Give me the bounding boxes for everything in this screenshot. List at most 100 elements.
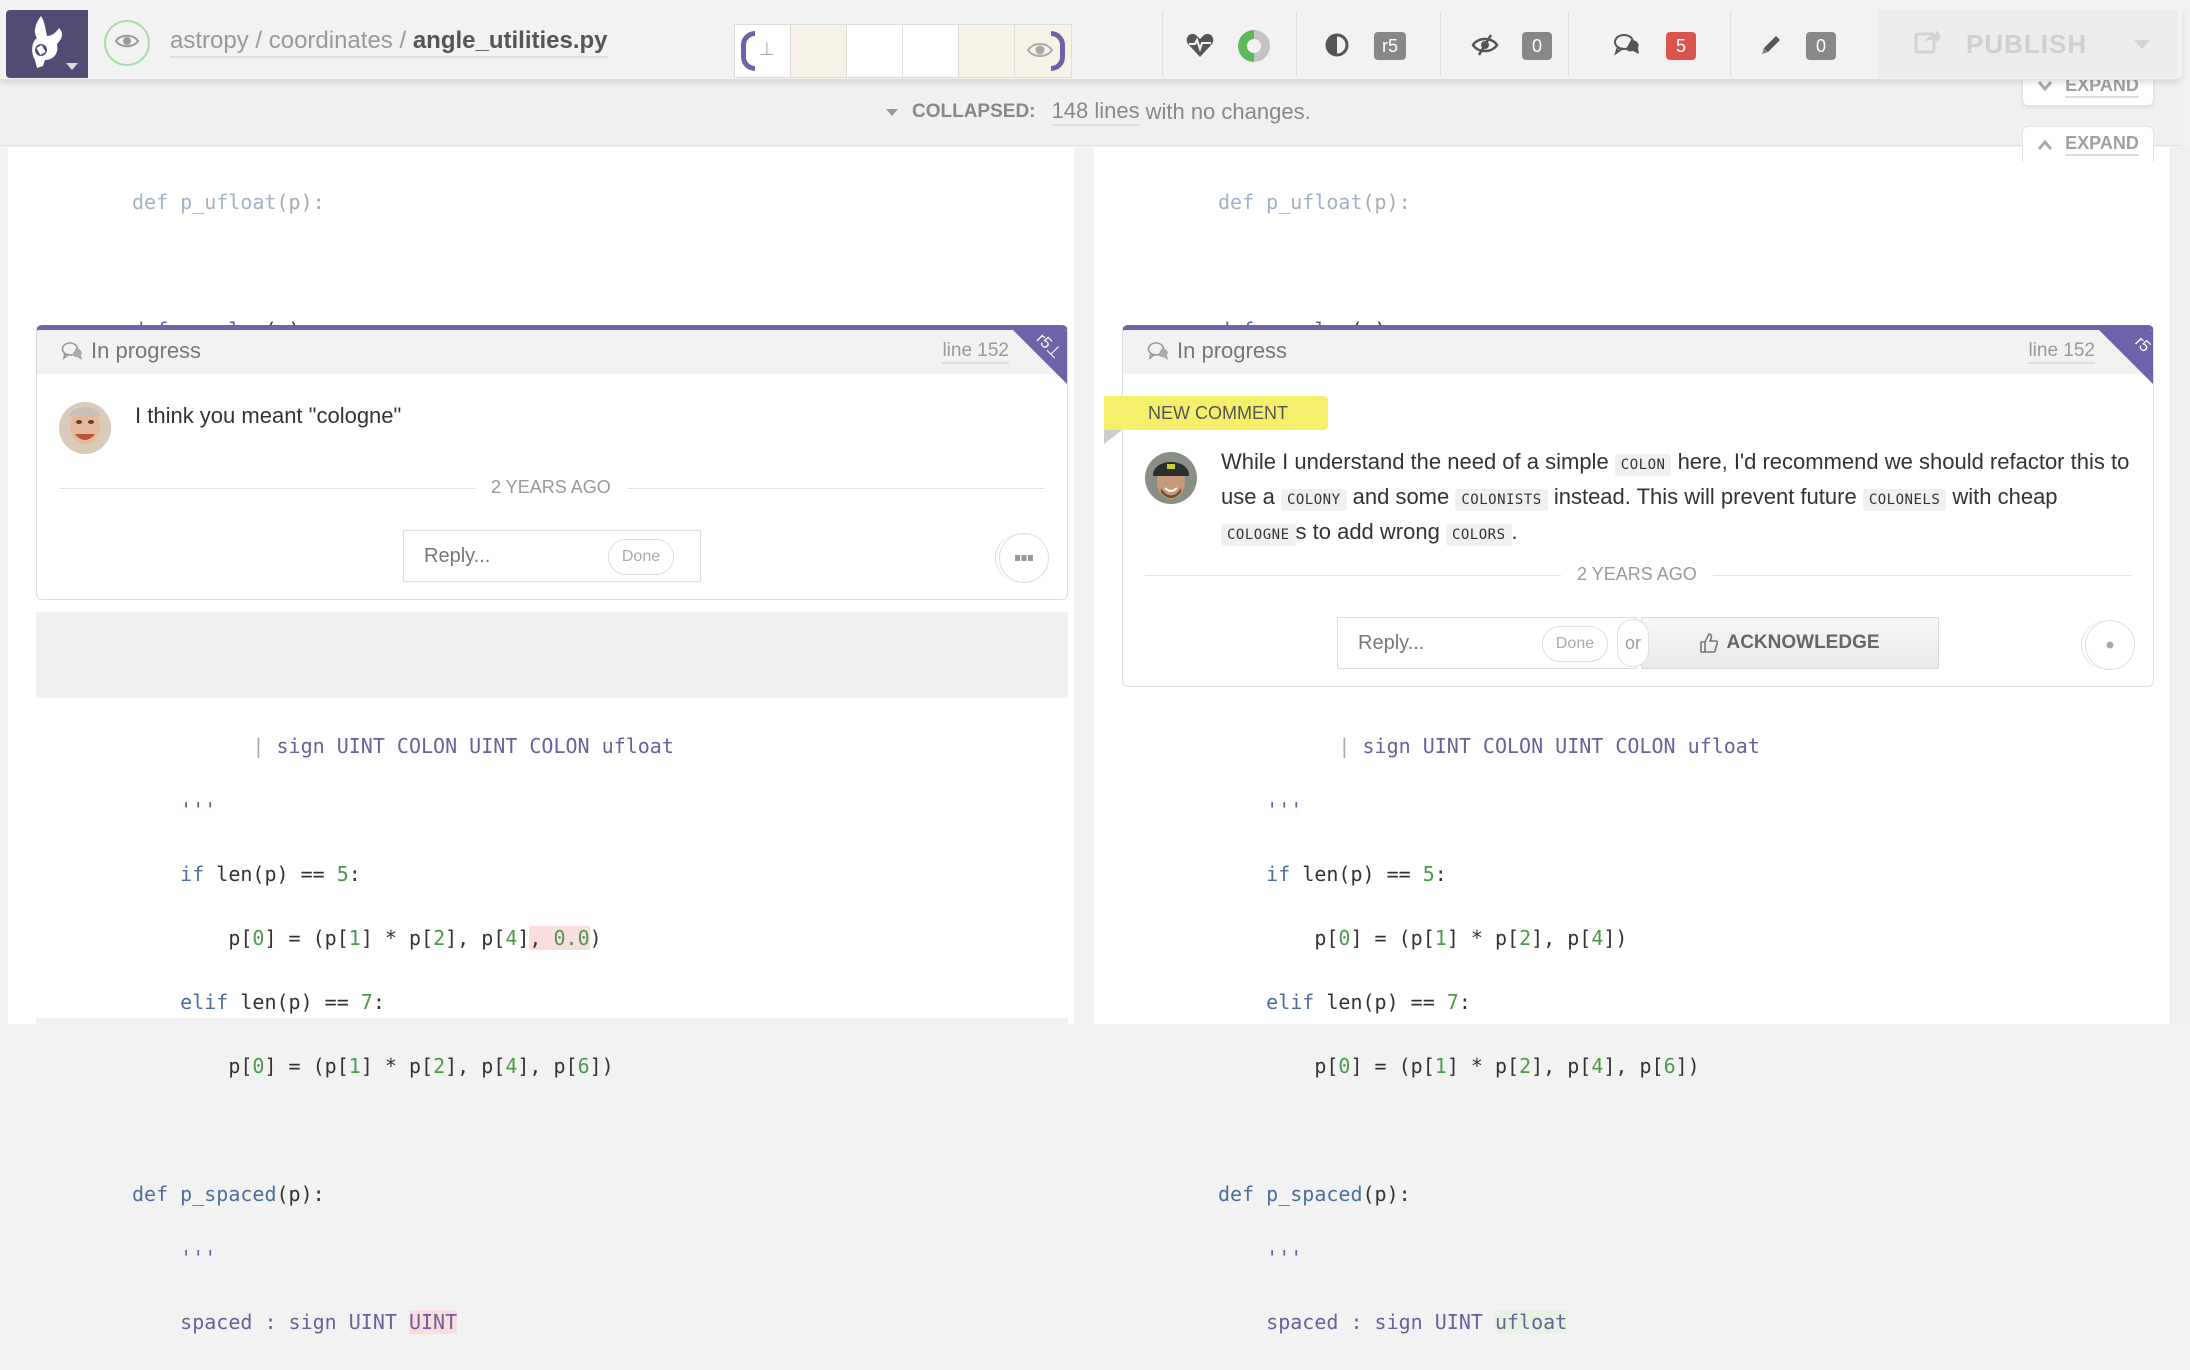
- half-circle-contrast-icon[interactable]: [1322, 30, 1352, 60]
- code-line: elif len(p) == 7:: [180, 990, 385, 1014]
- code-line: elif len(p) == 7:: [1266, 990, 1471, 1014]
- avatar[interactable]: [59, 402, 111, 454]
- done-button[interactable]: Done: [1542, 626, 1608, 662]
- avatar[interactable]: [1145, 452, 1197, 504]
- revision-cell-r3[interactable]: [903, 25, 959, 77]
- unreviewed-count-badge[interactable]: 0: [1522, 32, 1552, 60]
- expand-up-button[interactable]: EXPAND: [2022, 126, 2154, 162]
- status-label: In progress: [1177, 338, 1288, 363]
- line-ref-link[interactable]: line 152: [942, 340, 1009, 364]
- breadcrumb-dir[interactable]: coordinates: [269, 27, 393, 54]
- code-line: if len(p) == 5:: [180, 862, 361, 886]
- diff-spacer: [36, 612, 1068, 698]
- file-breadcrumb[interactable]: astropy / coordinates / angle_utilities.…: [170, 26, 608, 58]
- code-line: ''': [132, 1246, 217, 1270]
- revision-cell-r2[interactable]: [847, 25, 903, 77]
- top-toolbar: astropy / coordinates / angle_utilities.…: [0, 8, 2182, 80]
- comment-header: In progress line 152: [37, 330, 1067, 374]
- discussions-count-badge[interactable]: 5: [1666, 32, 1696, 60]
- expand-label: EXPAND: [2065, 133, 2139, 156]
- comment-timestamp: 2 YEARS AGO: [475, 477, 627, 498]
- scrollbar-track[interactable]: [2170, 147, 2190, 1024]
- collapsed-description: with no changes.: [1145, 99, 1311, 124]
- watch-toggle-button[interactable]: [104, 20, 150, 66]
- share-icon: [1914, 28, 1942, 61]
- range-left-bracket[interactable]: [741, 31, 755, 71]
- code-line: p[0] = (p[1] * p[2], p[4]): [1218, 926, 1628, 950]
- breadcrumb-file: angle_utilities.py: [412, 27, 608, 54]
- drafts-count-badge[interactable]: 0: [1806, 32, 1836, 60]
- flag-fold: [1104, 430, 1122, 444]
- current-revision-badge[interactable]: r5: [1374, 32, 1407, 60]
- comment-body: While I understand the need of a simple …: [1221, 446, 2131, 551]
- status-label: In progress: [91, 338, 202, 363]
- code-line: if len(p) == 5:: [1266, 862, 1447, 886]
- caret-down-icon[interactable]: [2134, 40, 2150, 49]
- reply-box: Done: [1337, 617, 1637, 669]
- collapsed-count-link[interactable]: 148 lines: [1051, 98, 1140, 126]
- toolbar-divider: [1162, 12, 1163, 76]
- code-block-left-bottom: | sign UINT COLON UINT COLON ufloat ''' …: [132, 698, 674, 1370]
- discussions-icon[interactable]: [1612, 30, 1642, 60]
- acknowledge-button[interactable]: ACKNOWLEDGE: [1641, 617, 1939, 669]
- code-line: def p_ufloat(p):: [1218, 190, 1411, 214]
- code-line: p[0] = (p[1] * p[2], p[4], p[6]): [132, 1054, 614, 1078]
- done-button[interactable]: Done: [608, 539, 674, 575]
- chevron-up-icon: [2038, 139, 2053, 150]
- comment-body: I think you meant "cologne": [135, 403, 402, 428]
- revision-range-selector[interactable]: ⊥: [734, 24, 1072, 78]
- comment-menu-button[interactable]: [2085, 620, 2135, 670]
- inline-code: COLOGNE: [1221, 524, 1296, 546]
- code-line: ''': [1218, 1246, 1303, 1270]
- revision-cell-base[interactable]: ⊥: [735, 25, 791, 77]
- publish-label: PUBLISH: [1966, 28, 2088, 59]
- publish-button[interactable]: PUBLISH: [1878, 10, 2178, 78]
- code-block-right-bottom: | sign UINT COLON UINT COLON ufloat ''' …: [1218, 698, 1760, 1370]
- code-line: | sign UINT COLON UINT COLON ufloat: [1338, 734, 1760, 758]
- revision-cell-r1[interactable]: [791, 25, 847, 77]
- comment-thread-left: In progress line 152 r5⊥ I think you mea…: [36, 325, 1068, 600]
- eye-icon: [114, 33, 140, 54]
- app-menu-button[interactable]: [6, 10, 88, 78]
- comment-timeline: 2 YEARS AGO: [59, 477, 1045, 499]
- revision-cell-r5[interactable]: [1015, 25, 1071, 77]
- comments-icon: [1147, 342, 1168, 360]
- breadcrumb-separator: /: [392, 27, 413, 54]
- eye-icon: [1026, 41, 1054, 64]
- comment-text-run: with cheap: [1946, 484, 2058, 509]
- code-line: def p_ufloat(p):: [132, 190, 325, 214]
- review-progress-donut[interactable]: [1236, 28, 1272, 64]
- eye-slash-icon[interactable]: [1470, 30, 1500, 60]
- toolbar-divider: [1296, 12, 1297, 76]
- collapsed-lines-bar: COLLAPSED: 148 lines with no changes.: [0, 84, 2182, 146]
- pencil-icon[interactable]: [1756, 30, 1786, 60]
- code-line: ''': [1218, 798, 1303, 822]
- comment-text-run: .: [1511, 519, 1518, 544]
- dot-icon: [2106, 641, 2114, 649]
- acknowledge-label: ACKNOWLEDGE: [1726, 632, 1880, 653]
- caret-down-icon: [886, 108, 898, 116]
- code-line: p[0] = (p[1] * p[2], p[4], 0.0): [132, 926, 602, 950]
- heartbeat-icon[interactable]: [1185, 30, 1215, 60]
- inline-code: COLORS: [1445, 524, 1512, 546]
- comment-status: In progress: [61, 338, 201, 364]
- chevron-down-icon: [2038, 81, 2053, 92]
- toolbar-divider: [1568, 12, 1569, 76]
- code-line: def p_spaced(p):: [132, 1182, 325, 1206]
- revision-cell-r4[interactable]: [959, 25, 1015, 77]
- thumbs-up-icon: [1700, 633, 1719, 653]
- inline-code: COLONISTS: [1455, 489, 1548, 511]
- collapsed-label: COLLAPSED:: [912, 101, 1036, 122]
- toolbar-divider: [1730, 12, 1731, 76]
- comment-menu-button[interactable]: [999, 533, 1049, 583]
- collapsed-toggle[interactable]: COLLAPSED: 148 lines with no changes.: [886, 98, 1311, 126]
- line-ref-link[interactable]: line 152: [2028, 340, 2095, 364]
- comments-icon: [61, 342, 82, 360]
- breadcrumb-repo[interactable]: astropy: [170, 27, 249, 54]
- code-line: spaced : sign UINT UINT: [132, 1310, 458, 1334]
- range-right-bracket[interactable]: [1051, 31, 1065, 71]
- comment-timeline: 2 YEARS AGO: [1145, 564, 2131, 586]
